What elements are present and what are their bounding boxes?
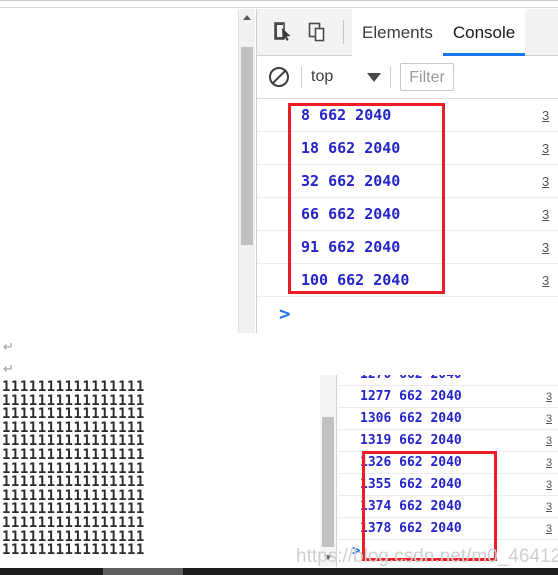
console-message: 91 662 2040 bbox=[301, 238, 401, 256]
console-source-link[interactable]: 3 bbox=[542, 165, 554, 198]
console-row[interactable]: 1319 662 2040 3 bbox=[338, 430, 558, 452]
bottom-screenshot-region: ↵ ↵ 1111111111111111 1111111111111111 11… bbox=[0, 337, 558, 575]
taskbar-strip bbox=[0, 568, 558, 575]
page-content-blank-area bbox=[0, 9, 238, 333]
scrollbar-down-arrow-icon[interactable] bbox=[320, 549, 336, 565]
console-row[interactable]: 66 662 2040 3 bbox=[257, 198, 558, 231]
console-source-link[interactable]: 3 bbox=[546, 430, 556, 452]
devtools-panel: Elements Console top Filter 8 662 2040 3… bbox=[256, 8, 558, 333]
console-row[interactable]: 1378 662 2040 3 bbox=[338, 518, 558, 540]
console-row[interactable]: 1270 662 2040 3 bbox=[338, 375, 558, 386]
console-source-link[interactable]: 3 bbox=[546, 518, 556, 540]
console-row[interactable]: 8 662 2040 3 bbox=[257, 99, 558, 132]
console-filter-input[interactable]: Filter bbox=[400, 63, 454, 91]
clear-console-icon[interactable] bbox=[266, 64, 292, 90]
console-source-link[interactable]: 3 bbox=[542, 99, 554, 132]
console-source-link[interactable]: 3 bbox=[546, 474, 556, 496]
console-source-link[interactable]: 3 bbox=[542, 231, 554, 264]
console-message: 1378 662 2040 bbox=[360, 521, 462, 536]
console-prompt[interactable]: > bbox=[338, 540, 558, 562]
return-mark: ↵ bbox=[3, 362, 14, 377]
scrollbar-thumb[interactable] bbox=[322, 417, 334, 547]
return-mark: ↵ bbox=[3, 340, 14, 355]
tab-console[interactable]: Console bbox=[442, 8, 526, 56]
top-screenshot-region: Elements Console top Filter 8 662 2040 3… bbox=[0, 0, 558, 333]
console-row[interactable]: 1355 662 2040 3 bbox=[338, 474, 558, 496]
console-row[interactable]: 1326 662 2040 3 bbox=[338, 452, 558, 474]
text-editor-content: ↵ ↵ 1111111111111111 1111111111111111 11… bbox=[0, 337, 320, 567]
console-source-link[interactable]: 3 bbox=[542, 264, 554, 297]
console-vertical-scrollbar[interactable] bbox=[320, 375, 337, 567]
console-source-link[interactable]: 3 bbox=[546, 452, 556, 474]
console-message: 18 662 2040 bbox=[301, 139, 401, 157]
console-row[interactable]: 100 662 2040 3 bbox=[257, 264, 558, 297]
filterbar-separator-1 bbox=[301, 66, 302, 88]
console-row[interactable]: 1277 662 2040 3 bbox=[338, 386, 558, 408]
console-message: 8 662 2040 bbox=[301, 106, 392, 124]
console-row[interactable]: 1374 662 2040 3 bbox=[338, 496, 558, 518]
execution-context-select[interactable]: top bbox=[311, 68, 382, 86]
console-source-link[interactable]: 3 bbox=[546, 408, 556, 430]
toolbar-separator bbox=[343, 20, 344, 44]
inspect-element-icon[interactable] bbox=[267, 14, 301, 50]
window-top-border bbox=[0, 0, 558, 8]
console-row[interactable]: 32 662 2040 3 bbox=[257, 165, 558, 198]
chevron-down-icon bbox=[367, 72, 382, 82]
scrollbar-up-arrow-icon[interactable] bbox=[239, 9, 255, 26]
console-message-list-bottom: 1270 662 2040 3 1277 662 2040 3 1306 662… bbox=[338, 375, 558, 567]
console-prompt[interactable]: > bbox=[257, 297, 558, 331]
devtools-console-pane-bottom: 1270 662 2040 3 1277 662 2040 3 1306 662… bbox=[320, 375, 558, 567]
scrollbar-thumb[interactable] bbox=[241, 47, 253, 245]
console-row[interactable]: 1306 662 2040 3 bbox=[338, 408, 558, 430]
console-row[interactable]: 18 662 2040 3 bbox=[257, 132, 558, 165]
console-source-link[interactable]: 3 bbox=[542, 198, 554, 231]
console-message: 1374 662 2040 bbox=[360, 499, 462, 514]
console-filter-toolbar: top Filter bbox=[257, 56, 558, 99]
device-toolbar-icon[interactable] bbox=[301, 14, 335, 50]
page-vertical-scrollbar[interactable] bbox=[238, 9, 255, 333]
console-message: 32 662 2040 bbox=[301, 172, 401, 190]
console-message: 1277 662 2040 bbox=[360, 389, 462, 404]
filterbar-separator-2 bbox=[390, 66, 392, 88]
console-message: 1319 662 2040 bbox=[360, 433, 462, 448]
ones-line: 1111111111111111 bbox=[2, 542, 145, 559]
console-message: 100 662 2040 bbox=[301, 271, 410, 289]
console-message: 1326 662 2040 bbox=[360, 455, 462, 470]
console-message: 1270 662 2040 bbox=[360, 375, 462, 382]
console-message: 66 662 2040 bbox=[301, 205, 401, 223]
console-source-link[interactable]: 3 bbox=[546, 386, 556, 408]
console-message: 1355 662 2040 bbox=[360, 477, 462, 492]
console-source-link[interactable]: 3 bbox=[542, 132, 554, 165]
tab-elements[interactable]: Elements bbox=[352, 8, 443, 56]
taskbar-segment bbox=[103, 568, 183, 575]
console-source-link[interactable]: 3 bbox=[546, 496, 556, 518]
console-message-list: 8 662 2040 3 18 662 2040 3 32 662 2040 3… bbox=[257, 99, 558, 331]
console-message: 1306 662 2040 bbox=[360, 411, 462, 426]
devtools-tabbar: Elements Console bbox=[257, 8, 558, 56]
execution-context-value: top bbox=[311, 68, 334, 85]
console-row[interactable]: 91 662 2040 3 bbox=[257, 231, 558, 264]
